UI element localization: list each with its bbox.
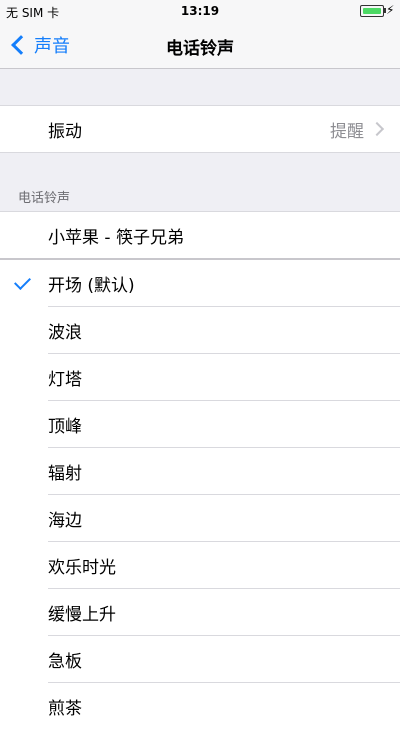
ringtone-label: 开场 (默认) <box>48 275 135 296</box>
ringtone-label: 波浪 <box>48 322 82 343</box>
ringtone-label: 缓慢上升 <box>48 604 116 625</box>
ringtone-label: 灯塔 <box>48 369 82 390</box>
ringtone-label: 欢乐时光 <box>48 557 116 578</box>
ringtone-item[interactable]: 欢乐时光 <box>0 542 400 588</box>
vibration-row[interactable]: 振动 提醒 <box>0 106 400 152</box>
ringtone-item[interactable]: 煎茶 <box>0 683 400 729</box>
vibration-group: 振动 提醒 <box>0 105 400 153</box>
vibration-value: 提醒 <box>330 121 364 142</box>
ringtone-label: 煎茶 <box>48 698 82 719</box>
ringtone-item[interactable]: 顶峰 <box>0 401 400 447</box>
charging-icon: ⚡ <box>386 3 395 17</box>
status-bar: 无 SIM 卡 13:19 ⚡ <box>0 0 400 22</box>
page-title: 电话铃声 <box>166 39 234 59</box>
section-header: 电话铃声 <box>18 191 71 206</box>
ringtone-item[interactable]: 海边 <box>0 495 400 541</box>
battery-icon: ⚡ <box>360 3 394 17</box>
ringtone-label: 急板 <box>48 651 82 672</box>
ringtone-item[interactable]: 缓慢上升 <box>0 589 400 635</box>
ringtone-item[interactable]: 开场 (默认) <box>0 260 400 306</box>
ringtone-item[interactable]: 辐射 <box>0 448 400 494</box>
ringtone-list: 开场 (默认) 波浪 灯塔 顶峰 辐射 海边 欢乐时光 缓慢上升 急板 煎茶 <box>0 260 400 729</box>
navigation-bar: 声音 电话铃声 <box>0 22 400 69</box>
vibration-label: 振动 <box>48 121 82 142</box>
checkmark-icon <box>14 273 31 290</box>
ringtone-item[interactable]: 灯塔 <box>0 354 400 400</box>
custom-ringtone-row[interactable]: 小苹果 - 筷子兄弟 <box>0 212 400 258</box>
custom-ringtone-label: 小苹果 - 筷子兄弟 <box>48 227 184 248</box>
ringtone-item[interactable]: 急板 <box>0 636 400 682</box>
custom-ringtone-group: 小苹果 - 筷子兄弟 <box>0 211 400 260</box>
ringtone-item[interactable]: 波浪 <box>0 307 400 353</box>
chevron-right-icon <box>369 121 385 137</box>
ringtone-label: 顶峰 <box>48 416 82 437</box>
clock: 13:19 <box>180 4 220 18</box>
ringtone-label: 辐射 <box>48 463 82 484</box>
ringtone-label: 海边 <box>48 510 82 531</box>
